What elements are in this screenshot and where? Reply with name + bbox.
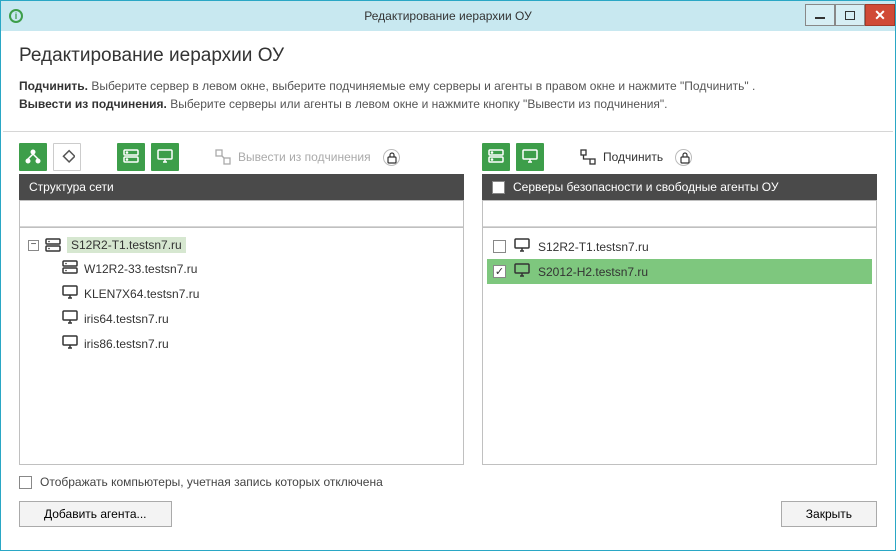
tree-collapse-icon[interactable]: −: [28, 240, 39, 251]
attach-label: Подчинить: [603, 150, 663, 164]
monitor-icon: [62, 335, 78, 352]
tree-child-row[interactable]: KLEN7X64.testsn7.ru: [58, 281, 459, 306]
filter-servers-button[interactable]: [117, 143, 145, 171]
left-toolbar: Вывести из подчинения: [19, 140, 464, 174]
detach-label: Вывести из подчинения: [238, 150, 371, 164]
left-column-title: Структура сети: [29, 180, 114, 194]
lock-icon: [383, 149, 400, 166]
page-title: Редактирование иерархии ОУ: [19, 45, 877, 67]
titlebar: i Редактирование иерархии ОУ ✕: [1, 1, 895, 31]
detach-action[interactable]: Вывести из подчинения: [215, 149, 371, 165]
tree-view-button[interactable]: [19, 143, 47, 171]
left-filter-input[interactable]: [19, 200, 464, 227]
tree-root-label: S12R2-T1.testsn7.ru: [67, 237, 186, 253]
left-pane: Структура сети − S12R2-T1.testsn7.ru W12…: [19, 174, 464, 465]
tree-child-row[interactable]: iris64.testsn7.ru: [58, 306, 459, 331]
right-column-title: Серверы безопасности и свободные агенты …: [513, 180, 779, 194]
tree-root-row[interactable]: − S12R2-T1.testsn7.ru: [24, 234, 459, 256]
show-disabled-checkbox[interactable]: [19, 476, 32, 489]
close-button[interactable]: Закрыть: [781, 501, 877, 527]
maximize-button[interactable]: [835, 4, 865, 26]
instruction-text-2: Выберите серверы или агенты в левом окне…: [167, 97, 668, 111]
window: i Редактирование иерархии ОУ ✕ Редактиро…: [0, 0, 896, 551]
instruction-bold-1: Подчинить.: [19, 79, 88, 93]
monitor-icon: [514, 238, 530, 255]
monitor-icon: [514, 263, 530, 280]
instruction-bold-2: Вывести из подчинения.: [19, 97, 167, 111]
header-block: Редактирование иерархии ОУ Подчинить. Вы…: [1, 31, 895, 131]
filter-servers-button-right[interactable]: [482, 143, 510, 171]
close-window-button[interactable]: ✕: [865, 4, 895, 26]
select-all-checkbox[interactable]: [492, 181, 505, 194]
instruction-line-2: Вывести из подчинения. Выберите серверы …: [19, 95, 877, 113]
instruction-line-1: Подчинить. Выберите сервер в левом окне,…: [19, 77, 877, 95]
monitor-icon: [62, 285, 78, 302]
tree-child-row[interactable]: iris86.testsn7.ru: [58, 331, 459, 356]
flat-view-button[interactable]: [53, 143, 81, 171]
add-agent-button[interactable]: Добавить агента...: [19, 501, 172, 527]
window-title: Редактирование иерархии ОУ: [364, 9, 531, 23]
footer: Добавить агента... Закрыть: [1, 489, 895, 543]
item-label: S2012-H2.testsn7.ru: [538, 265, 648, 279]
left-tree[interactable]: − S12R2-T1.testsn7.ru W12R2-33.testsn7.r…: [19, 227, 464, 465]
right-toolbar: Подчинить: [482, 140, 877, 174]
instruction-text-1: Выберите сервер в левом окне, выберите п…: [88, 79, 755, 93]
app-icon: i: [9, 9, 23, 23]
right-list[interactable]: S12R2-T1.testsn7.ru S2012-H2.testsn7.ru: [482, 227, 877, 465]
filter-agents-button[interactable]: [151, 143, 179, 171]
right-column-header: Серверы безопасности и свободные агенты …: [482, 174, 877, 200]
filter-agents-button-right[interactable]: [516, 143, 544, 171]
show-disabled-row: Отображать компьютеры, учетная запись ко…: [1, 465, 895, 489]
tree-child-row[interactable]: W12R2-33.testsn7.ru: [58, 256, 459, 281]
lock-icon: [675, 149, 692, 166]
left-column-header: Структура сети: [19, 174, 464, 200]
right-pane: Серверы безопасности и свободные агенты …: [482, 174, 877, 465]
minimize-button[interactable]: [805, 4, 835, 26]
monitor-icon: [62, 310, 78, 327]
attach-action[interactable]: Подчинить: [580, 149, 663, 165]
server-icon: [62, 260, 78, 277]
tree-child-label: iris64.testsn7.ru: [84, 312, 169, 326]
tree-child-label: W12R2-33.testsn7.ru: [84, 262, 197, 276]
item-label: S12R2-T1.testsn7.ru: [538, 240, 649, 254]
header-separator: [3, 131, 893, 132]
item-checkbox[interactable]: [493, 240, 506, 253]
right-filter-input[interactable]: [482, 200, 877, 227]
show-disabled-label: Отображать компьютеры, учетная запись ко…: [40, 475, 383, 489]
server-icon: [45, 238, 61, 252]
item-checkbox[interactable]: [493, 265, 506, 278]
list-item[interactable]: S2012-H2.testsn7.ru: [487, 259, 872, 284]
tree-child-label: KLEN7X64.testsn7.ru: [84, 287, 199, 301]
tree-child-label: iris86.testsn7.ru: [84, 337, 169, 351]
list-item[interactable]: S12R2-T1.testsn7.ru: [487, 234, 872, 259]
